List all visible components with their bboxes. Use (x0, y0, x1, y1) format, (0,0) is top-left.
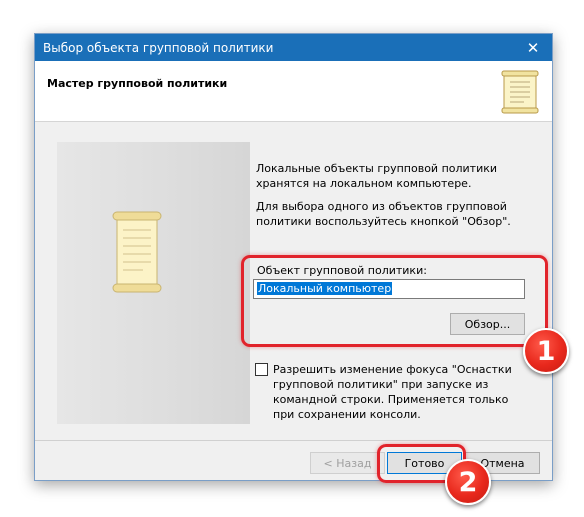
scroll-icon (112, 211, 162, 293)
step-badge-2: 2 (445, 459, 491, 505)
description-text-2: Для выбора одного из объектов групповой … (256, 200, 511, 228)
scroll-icon (501, 70, 539, 114)
title-bar[interactable]: Выбор объекта групповой политики ✕ (35, 34, 552, 61)
wizard-title: Мастер групповой политики (47, 77, 228, 90)
wizard-side-panel (57, 142, 250, 424)
focus-change-checkbox[interactable] (255, 363, 268, 376)
description-text-1: Локальные объекты групповой политики хра… (256, 162, 498, 190)
gpo-field-highlight (241, 255, 548, 347)
window-title: Выбор объекта групповой политики (43, 41, 274, 55)
focus-change-label: Разрешить изменение фокуса "Оснастки гру… (273, 363, 512, 421)
back-button[interactable]: < Назад (310, 452, 385, 474)
footer-divider (35, 440, 552, 441)
step-badge-1: 1 (523, 328, 569, 374)
close-icon[interactable]: ✕ (514, 34, 552, 61)
wizard-header: Мастер групповой политики (35, 61, 552, 122)
